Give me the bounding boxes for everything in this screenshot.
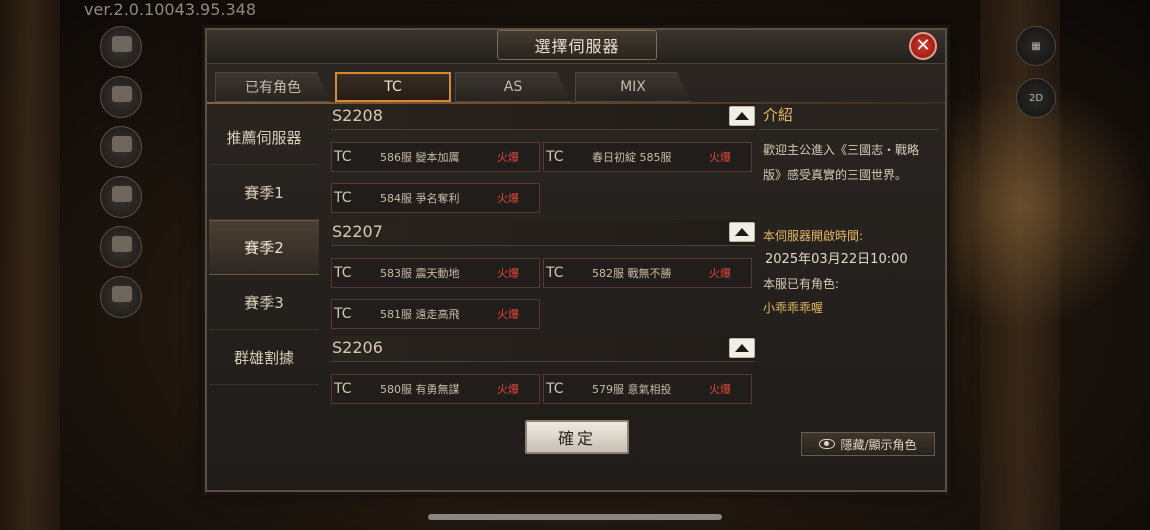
triangle-up-icon (735, 112, 749, 120)
season-item-warlords[interactable]: 群雄割據 (209, 330, 319, 385)
server-group-name: S2207 (332, 222, 383, 241)
tab-mix[interactable]: MIX (575, 72, 691, 102)
side-button[interactable] (100, 126, 142, 168)
server-region: TC (334, 381, 352, 397)
hide-show-roles-button[interactable]: 隱藏/顯示角色 (801, 432, 935, 456)
intro-panel: 介紹 歡迎主公進入《三國志・戰略版》感受真實的三國世界。 本伺服器開啟時間: 2… (759, 104, 939, 404)
announcement-icon (112, 36, 132, 52)
server-group-header: S2207 (331, 220, 755, 246)
dialog-title: 選擇伺服器 (497, 30, 657, 60)
season-list: 推薦伺服器 賽季1 賽季2 賽季3 群雄割據 (209, 110, 319, 385)
server-cell[interactable]: TC 春日初綻 585服 火爆 (543, 142, 752, 172)
confirm-button[interactable]: 確定 (525, 420, 629, 454)
side-button[interactable] (100, 26, 142, 68)
server-status: 火爆 (497, 383, 519, 396)
side-button[interactable] (100, 226, 142, 268)
server-name: 586服 變本加厲 (380, 151, 460, 164)
tab-existing-roles[interactable]: 已有角色 (215, 72, 331, 102)
open-time-value: 2025年03月22日10:00 (765, 252, 908, 267)
collapse-toggle-button[interactable] (729, 106, 755, 126)
server-group-name: S2206 (332, 338, 383, 357)
server-region: TC (546, 149, 564, 165)
background-pillar-left (0, 0, 60, 530)
server-list: S2208 TC 586服 變本加厲 火爆 TC 春日初綻 585服 火爆 TC… (331, 104, 757, 408)
server-cell[interactable]: TC 586服 變本加厲 火爆 (331, 142, 540, 172)
close-button[interactable]: ✕ (909, 32, 937, 60)
side-button[interactable] (100, 276, 142, 318)
existing-role-label: 本服已有角色: (763, 277, 840, 291)
tab-tc[interactable]: TC (335, 72, 451, 102)
version-label: ver.2.0.10043.95.348 (84, 0, 257, 19)
server-group-name: S2208 (332, 106, 383, 125)
menu-icon (112, 86, 132, 102)
intro-title: 介紹 (759, 104, 939, 130)
server-group-header: S2208 (331, 104, 755, 130)
server-region: TC (334, 190, 352, 206)
collapse-toggle-button[interactable] (729, 338, 755, 358)
home-indicator[interactable] (428, 514, 722, 520)
server-status: 火爆 (709, 383, 731, 396)
collapse-toggle-button[interactable] (729, 222, 755, 242)
eye-icon (819, 439, 836, 449)
server-name: 579服 意氣相投 (592, 383, 672, 396)
server-status: 火爆 (709, 151, 731, 164)
server-status: 火爆 (497, 308, 519, 321)
server-region: TC (334, 306, 352, 322)
existing-role-name: 小乖乖乖喔 (763, 301, 824, 315)
server-group-header: S2206 (331, 336, 755, 362)
server-cell[interactable]: TC 583服 震天動地 火爆 (331, 258, 540, 288)
dialog-header: 選擇伺服器 ✕ (207, 30, 945, 64)
reservation-icon (112, 286, 132, 302)
side-button[interactable] (100, 176, 142, 218)
season-item-recommended[interactable]: 推薦伺服器 (209, 110, 319, 165)
server-region: TC (334, 265, 352, 281)
media-icon (112, 186, 132, 202)
server-name: 春日初綻 585服 (592, 151, 672, 164)
graphics-toggle-button[interactable]: 2D (1016, 78, 1056, 118)
triangle-up-icon (735, 344, 749, 352)
server-status: 火爆 (497, 151, 519, 164)
intro-body: 歡迎主公進入《三國志・戰略版》感受真實的三國世界。 (763, 143, 920, 182)
grid-menu-button[interactable]: ▦ (1016, 26, 1056, 66)
triangle-up-icon (735, 228, 749, 236)
server-name: 583服 震天動地 (380, 267, 460, 280)
server-cell[interactable]: TC 584服 爭名奪利 火爆 (331, 183, 540, 213)
server-status: 火爆 (709, 267, 731, 280)
server-name: 580服 有勇無謀 (380, 383, 460, 396)
server-region: TC (546, 381, 564, 397)
server-name: 581服 遠走高飛 (380, 308, 460, 321)
season-item-2[interactable]: 賽季2 (209, 220, 319, 275)
server-region: TC (546, 265, 564, 281)
service-icon (112, 136, 132, 152)
server-status: 火爆 (497, 267, 519, 280)
server-cell[interactable]: TC 581服 遠走高飛 火爆 (331, 299, 540, 329)
server-region: TC (334, 149, 352, 165)
tab-as[interactable]: AS (455, 72, 571, 102)
server-cell[interactable]: TC 579服 意氣相投 火爆 (543, 374, 752, 404)
server-cell[interactable]: TC 580服 有勇無謀 火爆 (331, 374, 540, 404)
open-time-label: 本伺服器開啟時間: (763, 229, 864, 243)
side-button[interactable] (100, 76, 142, 118)
user-icon (112, 236, 132, 252)
server-name: 582服 戰無不勝 (592, 267, 672, 280)
server-select-dialog: 選擇伺服器 ✕ 已有角色 TC AS MIX 推薦伺服器 賽季1 賽季2 賽季3… (205, 28, 947, 492)
season-item-3[interactable]: 賽季3 (209, 275, 319, 330)
server-cell[interactable]: TC 582服 戰無不勝 火爆 (543, 258, 752, 288)
season-item-1[interactable]: 賽季1 (209, 165, 319, 220)
hide-show-roles-label: 隱藏/顯示角色 (840, 437, 917, 452)
server-status: 火爆 (497, 192, 519, 205)
server-name: 584服 爭名奪利 (380, 192, 460, 205)
region-tabs: 已有角色 TC AS MIX (215, 72, 691, 102)
